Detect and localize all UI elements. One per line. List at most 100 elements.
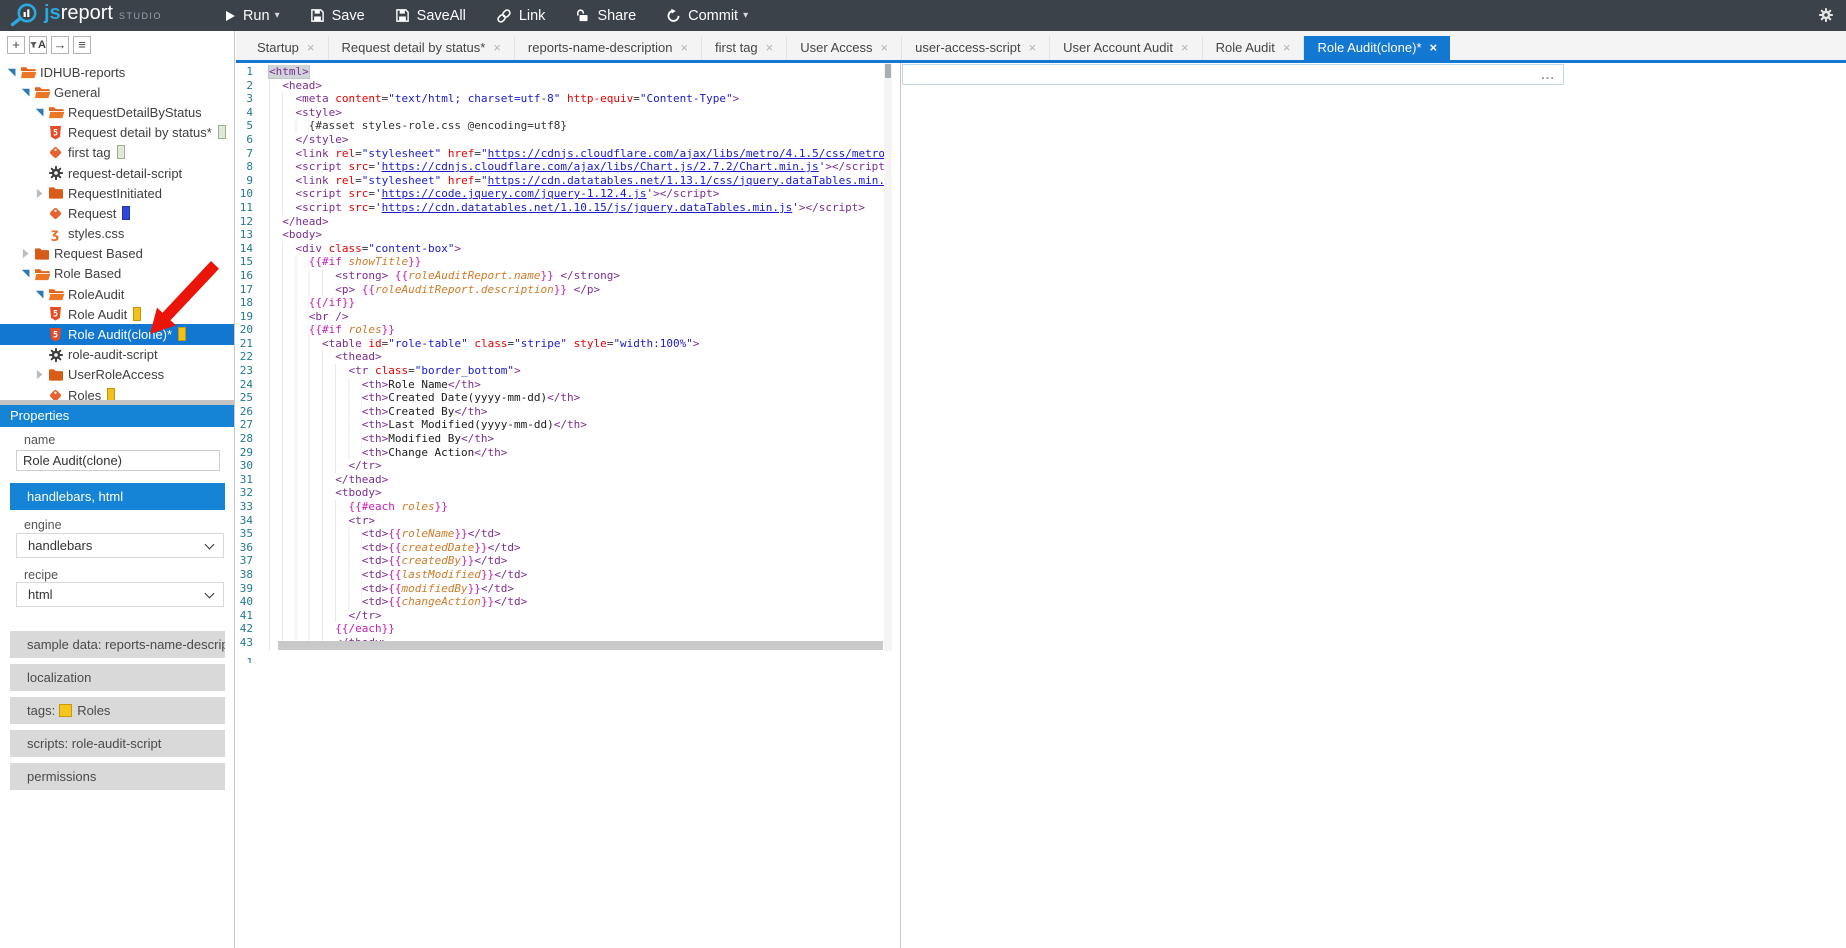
code-line[interactable]: 8<script src='https://cdnjs.cloudflare.c… bbox=[236, 160, 884, 174]
tab-close-icon[interactable]: × bbox=[493, 36, 501, 60]
template-type-banner[interactable]: handlebars, html bbox=[10, 483, 225, 510]
code-line[interactable]: 18{{/if}} bbox=[236, 296, 884, 310]
expander-closed-icon[interactable] bbox=[34, 187, 46, 199]
code-line[interactable]: 39<td>{{modifiedBy}}</td> bbox=[236, 582, 884, 596]
code-line[interactable]: 36<td>{{createdDate}}</td> bbox=[236, 541, 884, 555]
expander-open-icon[interactable] bbox=[34, 288, 46, 300]
code-line[interactable]: 15{{#if showTitle}} bbox=[236, 255, 884, 269]
code-line[interactable]: 6</style> bbox=[236, 133, 884, 147]
tree-item-role-audit[interactable]: 5Role Audit bbox=[0, 304, 234, 324]
tree-item-roleaudit[interactable]: RoleAudit bbox=[0, 284, 234, 304]
code-line[interactable]: 27<th>Last Modified(yyyy-mm-dd)</th> bbox=[236, 418, 884, 432]
tab-close-icon[interactable]: × bbox=[307, 36, 315, 60]
tree-item-userroleaccess[interactable]: UserRoleAccess bbox=[0, 365, 234, 385]
code-line[interactable]: 12</head> bbox=[236, 215, 884, 229]
tab-role-audit[interactable]: Role Audit× bbox=[1203, 36, 1305, 60]
code-line[interactable]: 13<body> bbox=[236, 228, 884, 242]
link-button[interactable]: Link bbox=[496, 8, 546, 24]
code-line[interactable]: 20{{#if roles}} bbox=[236, 323, 884, 337]
code-line[interactable]: 5{#asset styles-role.css @encoding=utf8} bbox=[236, 119, 884, 133]
tree-toolbar-menu-button[interactable]: ≡ bbox=[73, 36, 91, 54]
tab-role-audit-clone[interactable]: Role Audit(clone)*× bbox=[1304, 36, 1450, 60]
code-line[interactable]: 38<td>{{lastModified}}</td> bbox=[236, 568, 884, 582]
code-line[interactable]: 41</tr> bbox=[236, 609, 884, 623]
commit-button[interactable]: Commit▾ bbox=[666, 8, 748, 24]
more-options-button[interactable]: ... bbox=[1541, 70, 1555, 80]
engine-select[interactable]: handlebars bbox=[16, 533, 224, 558]
tab-request-detail-by-status[interactable]: Request detail by status*× bbox=[329, 36, 515, 60]
tab-close-icon[interactable]: × bbox=[1029, 36, 1037, 60]
tab-startup[interactable]: Startup× bbox=[244, 36, 329, 60]
code-line[interactable]: 23<tr class="border_bottom"> bbox=[236, 364, 884, 378]
code-line[interactable]: 33{{#each roles}} bbox=[236, 500, 884, 514]
tree-item-first-tag[interactable]: first tag bbox=[0, 143, 234, 163]
tab-close-icon[interactable]: × bbox=[881, 36, 889, 60]
code-line[interactable]: 29<th>Change Action</th> bbox=[236, 446, 884, 460]
code-line[interactable]: 25<th>Created Date(yyyy-mm-dd)</th> bbox=[236, 391, 884, 405]
code-lines[interactable]: 1<html>2<head>3<meta content="text/html;… bbox=[236, 65, 884, 650]
tab-user-access[interactable]: User Access× bbox=[787, 36, 902, 60]
code-line[interactable]: 21<table id="role-table" class="stripe" … bbox=[236, 337, 884, 351]
code-line[interactable]: 7<link rel="stylesheet" href="https://cd… bbox=[236, 147, 884, 161]
expander-open-icon[interactable] bbox=[20, 86, 32, 98]
tree-item-requestdetailbystatus[interactable]: RequestDetailByStatus bbox=[0, 102, 234, 122]
tree-item-roles[interactable]: Roles bbox=[0, 385, 234, 400]
property-button-scripts-role-audit-script[interactable]: scripts: role-audit-script bbox=[10, 730, 225, 757]
saveall-button[interactable]: SaveAll bbox=[395, 8, 466, 24]
code-line[interactable]: 9<link rel="stylesheet" href="https://cd… bbox=[236, 174, 884, 188]
tab-user-access-script[interactable]: user-access-script× bbox=[902, 36, 1050, 60]
code-line[interactable]: 31</thead> bbox=[236, 473, 884, 487]
code-line[interactable]: 32<tbody> bbox=[236, 486, 884, 500]
code-line[interactable]: 14<div class="content-box"> bbox=[236, 242, 884, 256]
tree-item-request[interactable]: Request bbox=[0, 203, 234, 223]
settings-gear-icon[interactable] bbox=[1818, 7, 1834, 28]
save-button[interactable]: Save bbox=[310, 8, 365, 24]
tree-item-requestinitiated[interactable]: RequestInitiated bbox=[0, 183, 234, 203]
expander-closed-icon[interactable] bbox=[20, 248, 32, 260]
code-line[interactable]: 1<html> bbox=[236, 65, 884, 79]
code-line[interactable]: 4<style> bbox=[236, 106, 884, 120]
code-line[interactable]: 37<td>{{createdBy}}</td> bbox=[236, 554, 884, 568]
expander-closed-icon[interactable] bbox=[34, 369, 46, 381]
property-button-sample-data-reports-name-description[interactable]: sample data: reports-name-description bbox=[10, 631, 225, 658]
expander-open-icon[interactable] bbox=[20, 268, 32, 280]
tree-item-request-detail-script[interactable]: request-detail-script bbox=[0, 163, 234, 183]
tab-close-icon[interactable]: × bbox=[1430, 36, 1438, 60]
expander-open-icon[interactable] bbox=[6, 66, 18, 78]
tab-reports-name-description[interactable]: reports-name-description× bbox=[515, 36, 702, 60]
tree-item-request-based[interactable]: Request Based bbox=[0, 244, 234, 264]
share-button[interactable]: Share bbox=[575, 8, 636, 24]
tab-user-account-audit[interactable]: User Account Audit× bbox=[1050, 36, 1202, 60]
code-line[interactable]: 40<td>{{changeAction}}</td> bbox=[236, 595, 884, 609]
tree-toolbar-filter-button[interactable]: A bbox=[29, 36, 47, 54]
code-line[interactable]: 16<strong> {{roleAuditReport.name}} </st… bbox=[236, 269, 884, 283]
code-line[interactable]: 10<script src='https://code.jquery.com/j… bbox=[236, 187, 884, 201]
tab-close-icon[interactable]: × bbox=[1181, 36, 1189, 60]
tree-toolbar-collapse-button[interactable]: → bbox=[51, 36, 69, 54]
recipe-select[interactable]: html bbox=[16, 582, 224, 607]
run-button[interactable]: Run▾ bbox=[224, 8, 280, 24]
vertical-scrollbar[interactable] bbox=[884, 63, 892, 651]
code-line[interactable]: 17<p> {{roleAuditReport.description}} </… bbox=[236, 283, 884, 297]
secondary-editor-line[interactable]: 1 bbox=[236, 651, 888, 663]
code-line[interactable]: 34<tr> bbox=[236, 514, 884, 528]
tree-toolbar-add-button[interactable]: + bbox=[7, 36, 25, 54]
tree-item-general[interactable]: General bbox=[0, 82, 234, 102]
code-line[interactable]: 30</tr> bbox=[236, 459, 884, 473]
code-line[interactable]: 3<meta content="text/html; charset=utf-8… bbox=[236, 92, 884, 106]
code-line[interactable]: 28<th>Modified By</th> bbox=[236, 432, 884, 446]
code-line[interactable]: 24<th>Role Name</th> bbox=[236, 378, 884, 392]
code-line[interactable]: 11<script src='https://cdn.datatables.ne… bbox=[236, 201, 884, 215]
tree-item-role-audit-script[interactable]: role-audit-script bbox=[0, 345, 234, 365]
tree-item-role-based[interactable]: Role Based bbox=[0, 264, 234, 284]
code-line[interactable]: 22<thead> bbox=[236, 350, 884, 364]
name-input[interactable] bbox=[16, 450, 220, 471]
tree-item-idhub-reports[interactable]: IDHUB-reports bbox=[0, 62, 234, 82]
tab-close-icon[interactable]: × bbox=[766, 36, 774, 60]
horizontal-scrollbar-thumb[interactable] bbox=[278, 641, 883, 650]
code-line[interactable]: 26<th>Created By</th> bbox=[236, 405, 884, 419]
property-button-localization[interactable]: localization bbox=[10, 664, 225, 691]
code-line[interactable]: 2<head> bbox=[236, 79, 884, 93]
property-button-tags[interactable]: tags:Roles bbox=[10, 697, 225, 724]
code-editor[interactable]: 1<html>2<head>3<meta content="text/html;… bbox=[236, 63, 900, 663]
